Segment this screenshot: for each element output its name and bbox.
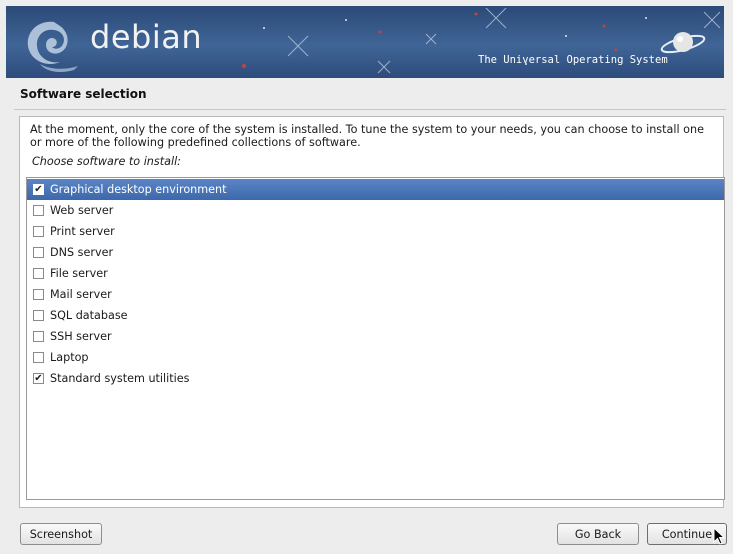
banner-tagline: The Universal Operating System [478,54,668,66]
software-item-dns-server[interactable]: DNS server [27,242,724,263]
software-item-laptop[interactable]: Laptop [27,347,724,368]
software-item-label: DNS server [50,246,114,259]
checkbox[interactable] [33,226,44,237]
checkbox[interactable]: ✔ [33,373,44,384]
checkbox[interactable] [33,247,44,258]
checkbox[interactable] [33,352,44,363]
software-item-label: Print server [50,225,115,238]
page-title: Software selection [20,87,147,101]
software-item-mail-server[interactable]: Mail server [27,284,724,305]
checkbox[interactable] [33,289,44,300]
content-panel: At the moment, only the core of the syst… [19,116,725,508]
checkbox[interactable]: ✔ [33,184,44,195]
debian-wordmark: debian [90,18,203,56]
software-item-web-server[interactable]: Web server [27,200,724,221]
software-item-print-server[interactable]: Print server [27,221,724,242]
software-item-label: Laptop [50,351,89,364]
mouse-cursor-icon [713,527,725,545]
software-item-graphical-desktop[interactable]: ✔ Graphical desktop environment [27,179,724,200]
checkbox[interactable] [33,205,44,216]
debian-banner: debian The Universal Operating System [6,6,724,78]
software-item-label: SQL database [50,309,128,322]
software-item-sql-database[interactable]: SQL database [27,305,724,326]
checkbox[interactable] [33,331,44,342]
software-item-label: File server [50,267,108,280]
title-divider [14,109,726,110]
go-back-button[interactable]: Go Back [557,523,639,545]
software-item-label: Standard system utilities [50,372,190,385]
software-list[interactable]: ✔ Graphical desktop environment Web serv… [26,177,725,500]
software-item-label: Mail server [50,288,112,301]
software-item-label: Graphical desktop environment [50,183,227,196]
software-item-standard-utilities[interactable]: ✔ Standard system utilities [27,368,724,389]
debian-swirl-logo [27,21,78,72]
software-item-label: SSH server [50,330,112,343]
checkbox[interactable] [33,310,44,321]
software-item-ssh-server[interactable]: SSH server [27,326,724,347]
software-item-file-server[interactable]: File server [27,263,724,284]
checkbox[interactable] [33,268,44,279]
screenshot-button[interactable]: Screenshot [20,523,102,545]
choose-software-prompt: Choose software to install: [32,155,181,168]
software-item-label: Web server [50,204,114,217]
description-text: At the moment, only the core of the syst… [30,123,704,149]
